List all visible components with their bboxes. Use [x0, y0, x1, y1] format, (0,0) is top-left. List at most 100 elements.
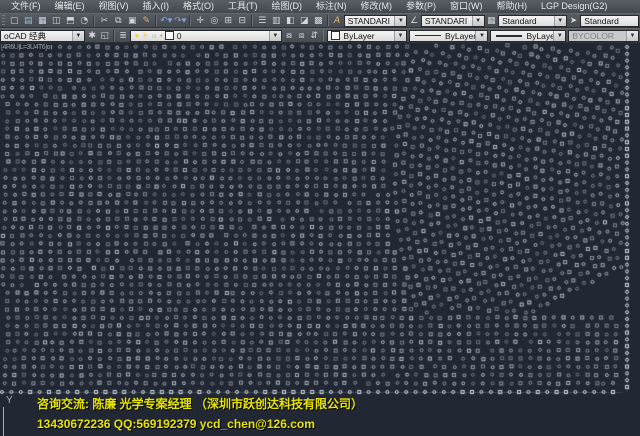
layer-combo[interactable]: ● ☀ ☼ ▪ 0 ▼ [130, 30, 281, 42]
menu-insert[interactable]: 插入(I) [136, 0, 177, 13]
toolbar-separator [155, 15, 157, 26]
dim-style-icon[interactable]: ∠ [408, 14, 420, 27]
save-icon[interactable]: ▤ [21, 14, 35, 27]
menu-dimension[interactable]: 标注(N) [309, 0, 354, 13]
layer-states-icon[interactable]: ⇵ [308, 29, 321, 42]
drawing-canvas[interactable] [0, 43, 640, 436]
chevron-down-icon[interactable]: ▼ [394, 31, 406, 41]
text-style-icon[interactable]: A [331, 14, 343, 27]
standard-toolbar: ▢▤▦◫⬒◔✂⧉▣✎↶▾↷▾✛◎⊞⊟☰▥◧◪▩ A STANDARI ▼ ∠ S… [0, 13, 640, 28]
zoom-window-icon[interactable]: ⊞ [221, 14, 235, 27]
table-style-combo[interactable]: Standard ▼ [498, 15, 567, 27]
menu-view[interactable]: 视图(V) [92, 0, 136, 13]
color-control-combo[interactable]: ByLayer ▼ [327, 30, 407, 42]
bulb-icon[interactable]: ● [134, 30, 139, 41]
toolbar-separator [93, 15, 95, 26]
sheet-set-icon[interactable]: ◧ [283, 14, 297, 27]
table-style-value: Standard [502, 16, 554, 26]
menu-file[interactable]: 文件(F) [4, 0, 48, 13]
chevron-down-icon[interactable]: ▼ [472, 16, 484, 26]
layer-name-value: 0 [177, 31, 269, 41]
copy-icon[interactable]: ⧉ [111, 14, 125, 27]
web-icon[interactable]: ◔ [77, 14, 91, 27]
window-icon[interactable]: ◱ [98, 29, 111, 42]
paste-icon[interactable]: ▣ [125, 14, 139, 27]
autocad-window: 文件(F)编辑(E)视图(V)插入(I)格式(O)工具(T)绘图(D)标注(N)… [0, 0, 640, 436]
properties-palette-icon[interactable]: ☰ [255, 14, 269, 27]
ucs-y-axis [3, 407, 4, 436]
menu-tools[interactable]: 工具(T) [221, 0, 265, 13]
chevron-down-icon[interactable]: ▼ [394, 16, 406, 26]
menu-format[interactable]: 格式(O) [176, 0, 221, 13]
standard-toolbar-icons: ▢▤▦◫⬒◔ ✂⧉▣✎ ↶▾↷▾ ✛◎⊞⊟ ☰▥◧◪▩ [7, 14, 325, 27]
layer-properties-icon[interactable]: ≣ [117, 29, 130, 42]
cut-icon[interactable]: ✂ [97, 14, 111, 27]
menu-lgp-design[interactable]: LGP Design(G2) [534, 0, 614, 13]
workspace-settings-icon[interactable]: ✱ [86, 29, 99, 42]
qnew-icon[interactable]: ▢ [7, 14, 21, 27]
lineweight-sample [496, 35, 522, 37]
linetype-value: ByLayer [445, 31, 476, 41]
table-style-icon[interactable]: ▦ [486, 14, 498, 27]
toolbar-separator [251, 15, 253, 26]
lineweight-control-combo[interactable]: ByLayer ▼ [490, 30, 566, 42]
print-icon[interactable]: ▦ [35, 14, 49, 27]
menu-help[interactable]: 帮助(H) [490, 0, 535, 13]
tool-palettes-icon[interactable]: ▥ [269, 14, 283, 27]
menu-parametric[interactable]: 参数(P) [399, 0, 443, 13]
minimized-window-title: [4R6U|L=3U4T6]o [0, 44, 51, 52]
chevron-down-icon[interactable]: ▼ [554, 16, 566, 26]
menu-modify[interactable]: 修改(M) [354, 0, 400, 13]
lineweight-value: ByLayer [526, 31, 553, 41]
lock-icon[interactable]: ▪ [160, 30, 163, 41]
text-style-combo[interactable]: STANDARI ▼ [344, 15, 408, 27]
viewport-freeze-icon[interactable]: ☼ [151, 30, 158, 41]
contact-line2: 13430672236 QQ:569192379 ycd_chen@126.co… [37, 414, 363, 434]
publish-icon[interactable]: ⬒ [63, 14, 77, 27]
menu-bar: 文件(F)编辑(E)视图(V)插入(I)格式(O)工具(T)绘图(D)标注(N)… [0, 0, 640, 13]
plotstyle-value: BYCOLOR [572, 31, 626, 41]
plotstyle-control-combo: BYCOLOR ▼ [568, 30, 639, 42]
contact-line1: 咨询交流: 陈廉 光学专案经理 （深圳市跃创达科技有限公司） [37, 394, 363, 414]
redo-icon[interactable]: ↷▾ [173, 14, 187, 27]
color-value: ByLayer [343, 31, 394, 41]
pan-icon[interactable]: ✛ [193, 14, 207, 27]
layer-color-swatch[interactable] [165, 31, 174, 40]
toolbar-separator [189, 15, 191, 26]
menu-draw[interactable]: 绘图(D) [265, 0, 310, 13]
layer-previous-icon[interactable]: ⧈ [295, 29, 308, 42]
toolbar-separator [113, 30, 115, 41]
zoom-previous-icon[interactable]: ⊟ [235, 14, 249, 27]
chevron-down-icon[interactable]: ▼ [475, 31, 487, 41]
workspace-combo[interactable]: oCAD 经典 ▼ [0, 30, 85, 42]
chevron-down-icon[interactable]: ▼ [269, 31, 281, 41]
linetype-control-combo[interactable]: ByLayer ▼ [409, 30, 489, 42]
quickcalc-icon[interactable]: ▩ [311, 14, 325, 27]
ucs-y-label: Y [6, 395, 13, 406]
drawing-area[interactable]: [4R6U|L=3U4T6]o Y 咨询交流: 陈廉 光学专案经理 （深圳市跃创… [0, 43, 640, 436]
zoom-realtime-icon[interactable]: ◎ [207, 14, 221, 27]
color-swatch [331, 31, 340, 40]
linetype-sample [415, 35, 441, 36]
workspace-value: oCAD 经典 [4, 30, 72, 42]
chevron-down-icon[interactable]: ▼ [72, 31, 84, 41]
toolbar-grip[interactable] [2, 15, 5, 26]
toolbar-separator [323, 30, 325, 41]
make-layer-current-icon[interactable]: ⧇ [283, 29, 296, 42]
menu-window[interactable]: 窗口(W) [443, 0, 490, 13]
layers-toolbar: oCAD 经典 ▼ ✱ ◱ ≣ ● ☀ ☼ ▪ 0 ▼ ⧇ ⧈ ⇵ ByLaye… [0, 28, 640, 43]
leader-style-combo[interactable]: Standard [580, 15, 639, 27]
menu-edit[interactable]: 编辑(E) [48, 0, 92, 13]
markup-icon[interactable]: ◪ [297, 14, 311, 27]
dim-style-combo[interactable]: STANDARI ▼ [421, 15, 485, 27]
undo-icon[interactable]: ↶▾ [159, 14, 173, 27]
leader-style-value: Standard [584, 16, 638, 26]
leader-style-icon[interactable]: ➤ [568, 14, 580, 27]
chevron-down-icon: ▼ [626, 31, 638, 41]
sun-icon[interactable]: ☀ [141, 30, 148, 41]
print-preview-icon[interactable]: ◫ [49, 14, 63, 27]
chevron-down-icon[interactable]: ▼ [553, 31, 565, 41]
match-properties-icon[interactable]: ✎ [139, 14, 153, 27]
contact-banner: 咨询交流: 陈廉 光学专案经理 （深圳市跃创达科技有限公司） 134306722… [37, 394, 363, 434]
text-style-value: STANDARI [348, 16, 395, 26]
